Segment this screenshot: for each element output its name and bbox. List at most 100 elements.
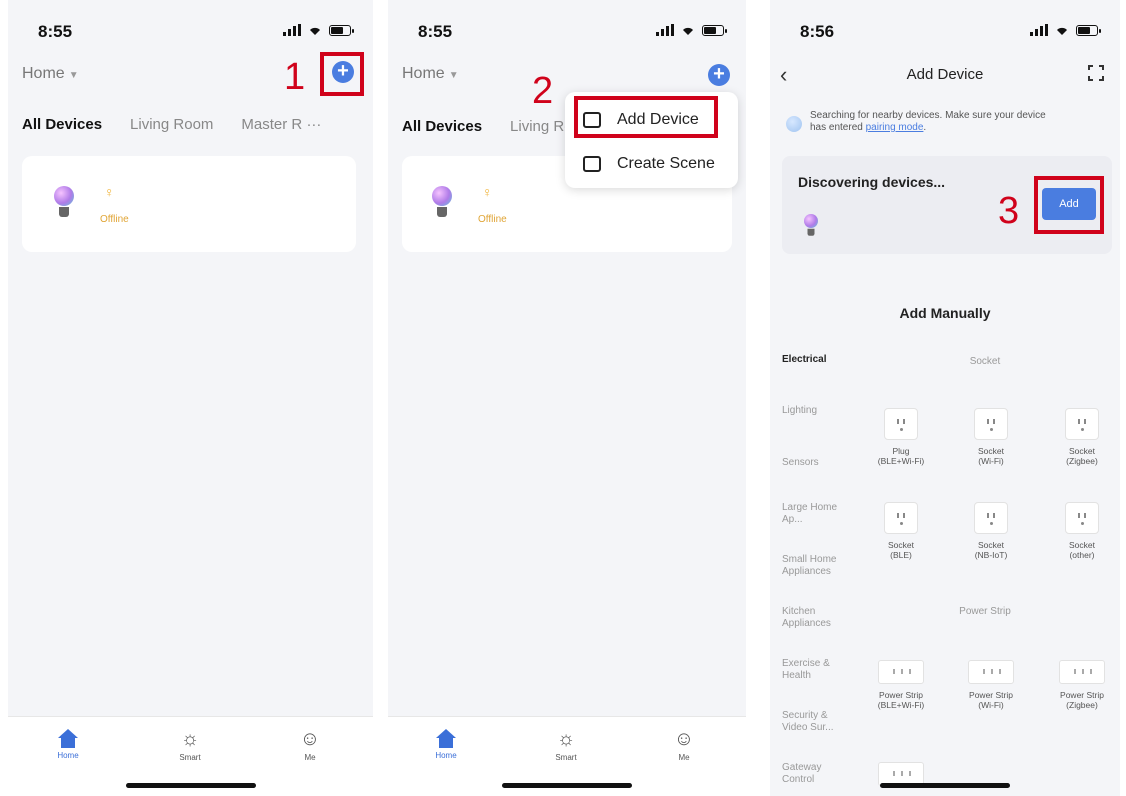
power-strip-icon	[968, 660, 1014, 684]
home-indicator	[880, 783, 1010, 788]
tile-sub: (Zigbee)	[1066, 456, 1098, 466]
highlight-box-2	[574, 96, 718, 138]
tab-master-room-label: Master R	[241, 116, 303, 133]
menu-create-scene[interactable]: Create Scene	[565, 144, 738, 184]
system-icons	[283, 24, 354, 36]
device-card[interactable]: ♀ Offline	[22, 156, 356, 252]
tile-sub: (BLE)	[890, 550, 912, 560]
system-icons	[1030, 24, 1101, 36]
tab-me[interactable]: ☺ Me	[280, 727, 340, 762]
home-selector[interactable]: Home ▼	[22, 65, 79, 83]
chevron-down-icon: ▼	[448, 70, 459, 81]
device-status: Offline	[478, 214, 507, 225]
home-indicator	[125, 783, 256, 788]
sun-icon: ☼	[556, 728, 576, 750]
nav-bar: ‹ Add Device	[770, 62, 1120, 88]
tile-name: Power Strip	[879, 690, 923, 700]
tab-smart-label: Smart	[555, 753, 577, 762]
tab-home-label: Home	[57, 751, 79, 760]
tile-name: Plug	[892, 446, 910, 456]
power-strip-icon	[878, 660, 924, 684]
lightbulb-icon: ♀	[482, 184, 493, 200]
highlight-box-3	[1034, 176, 1104, 234]
tab-all-devices[interactable]: All Devices	[22, 116, 102, 133]
category-sensors[interactable]: Sensors	[782, 457, 854, 469]
tab-all-devices[interactable]: All Devices	[402, 118, 482, 135]
tab-home[interactable]: Home	[38, 727, 98, 760]
home-indicator	[502, 783, 632, 788]
tile-sub: (Zigbee)	[1066, 700, 1098, 710]
category-electrical[interactable]: Electrical	[782, 354, 854, 366]
signal-icon	[1030, 24, 1048, 36]
status-bar: 8:55	[388, 22, 746, 44]
bulb-icon	[432, 186, 452, 218]
tab-me[interactable]: ☺ Me	[654, 727, 714, 762]
sun-icon: ☼	[180, 728, 200, 750]
socket-icon	[1065, 408, 1099, 440]
chevron-down-icon: ▼	[68, 70, 79, 81]
more-icon[interactable]: ···	[306, 116, 321, 133]
phone-screen-home: 8:55 Home ▼ + 1 All Devices Living Room M…	[8, 0, 373, 796]
pairing-mode-link[interactable]: pairing mode	[866, 122, 924, 133]
scene-icon	[583, 156, 601, 172]
category-small-home-appliances[interactable]: Small Home Appliances	[782, 554, 854, 578]
searching-text: Searching for nearby devices. Make sure …	[810, 110, 1046, 121]
tile-sub: (Wi-Fi)	[978, 700, 1004, 710]
lightbulb-icon: ♀	[104, 184, 115, 200]
tile-name: Power Strip	[1060, 690, 1104, 700]
home-selector[interactable]: Home ▼	[402, 65, 459, 83]
category-exercise-health[interactable]: Exercise & Health	[782, 658, 854, 682]
category-lighting[interactable]: Lighting	[782, 405, 854, 417]
tile-name: Socket	[978, 540, 1004, 550]
status-bar: 8:55	[8, 22, 373, 44]
wifi-icon	[310, 27, 320, 35]
battery-icon	[1076, 24, 1101, 36]
step-number-3: 3	[998, 190, 1020, 232]
tab-smart[interactable]: ☼ Smart	[160, 727, 220, 762]
wifi-icon	[683, 27, 693, 35]
socket-icon	[974, 502, 1008, 534]
tab-home[interactable]: Home	[416, 727, 476, 760]
room-tabs: All Devices Living Room Master R ···	[22, 116, 373, 133]
add-icon[interactable]: +	[708, 64, 730, 86]
category-security-video[interactable]: Security & Video Sur...	[782, 710, 854, 734]
scan-icon[interactable]	[1088, 65, 1104, 81]
searching-text-end: .	[923, 122, 927, 133]
tile-power-strip-zigbee[interactable]: Power Strip (Zigbee)	[1027, 660, 1120, 710]
add-manually-title: Add Manually	[899, 305, 991, 321]
tile-name: Socket	[1069, 446, 1095, 456]
socket-icon	[974, 408, 1008, 440]
phone-screen-add-device: 8:56 ‹ Add Device Searching for nearby d…	[770, 0, 1120, 796]
tile-socket-other[interactable]: Socket (other)	[1027, 502, 1120, 560]
signal-icon	[656, 24, 674, 36]
tile-name: Socket	[978, 446, 1004, 456]
category-large-home-appliances[interactable]: Large Home Ap...	[782, 502, 854, 526]
socket-icon	[1065, 502, 1099, 534]
status-time: 8:55	[418, 22, 453, 41]
tab-smart-label: Smart	[179, 753, 201, 762]
step-number-1: 1	[284, 56, 306, 98]
phone-screen-menu: 8:55 Home ▼ + 2 All Devices Living Room ♀…	[388, 0, 746, 796]
step-number-2: 2	[532, 70, 554, 112]
category-gateway-control[interactable]: Gateway Control	[782, 762, 854, 786]
tab-smart[interactable]: ☼ Smart	[536, 727, 596, 762]
tile-sub: (Wi-Fi)	[978, 456, 1004, 466]
wifi-icon	[1057, 27, 1067, 35]
battery-icon	[329, 24, 354, 36]
battery-icon	[702, 24, 727, 36]
searching-icon	[786, 116, 802, 132]
profile-icon: ☺	[673, 728, 695, 750]
highlight-box-1	[320, 52, 364, 96]
signal-icon	[283, 24, 301, 36]
tile-socket-zigbee[interactable]: Socket (Zigbee)	[1027, 408, 1120, 466]
tile-sub: (other)	[1069, 550, 1095, 560]
status-bar: 8:56	[770, 22, 1120, 44]
tile-name: Socket	[1069, 540, 1095, 550]
home-icon	[436, 729, 456, 749]
tab-living-room[interactable]: Living Room	[130, 116, 213, 133]
category-kitchen-appliances[interactable]: Kitchen Appliances	[782, 606, 854, 630]
home-icon	[58, 729, 78, 749]
tab-me-label: Me	[304, 753, 316, 762]
page-title: Add Device	[906, 66, 984, 83]
tab-master-room[interactable]: Master R ···	[241, 116, 321, 133]
